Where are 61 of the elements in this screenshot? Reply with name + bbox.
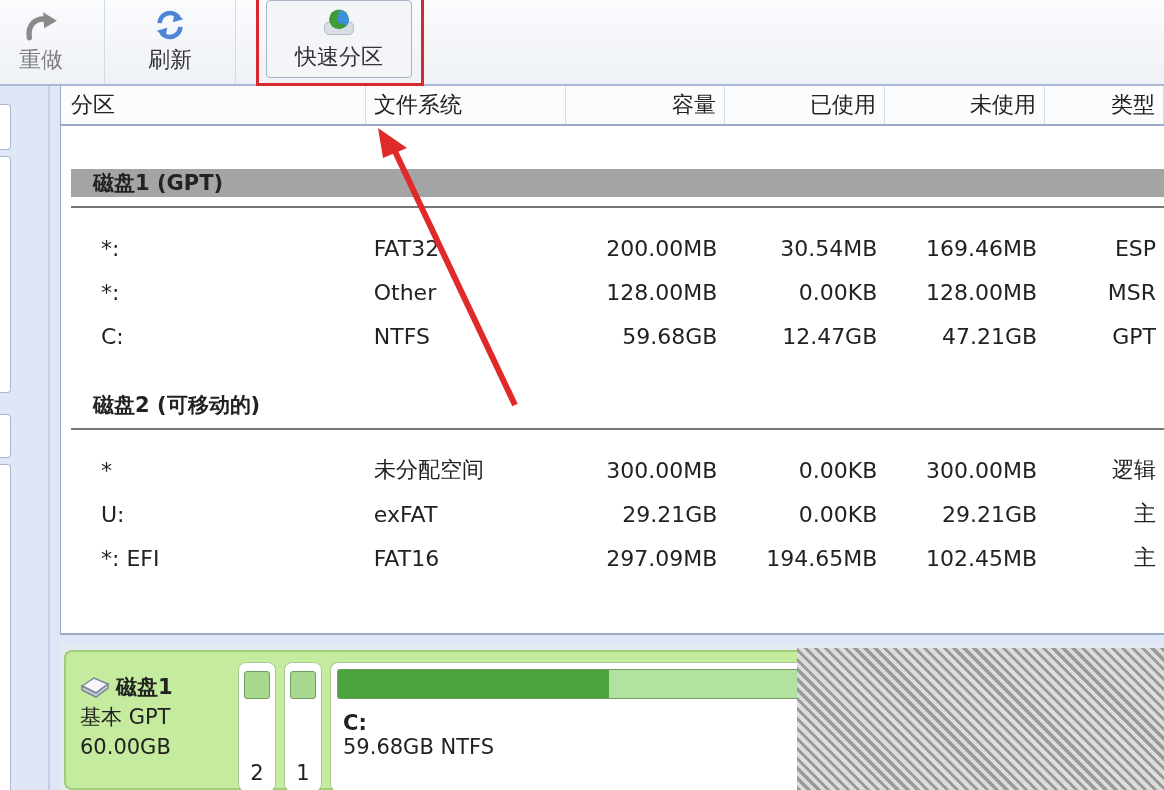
toolbar-button[interactable]: 快速分区 — [266, 0, 412, 78]
table-cell-text: FAT16 — [372, 545, 441, 571]
table-cell-text: 未分配空间 — [372, 456, 485, 484]
column-header[interactable]: 已使用 — [725, 86, 886, 124]
usage-square — [290, 671, 316, 699]
table-cell-text: 128.00MB — [605, 279, 719, 305]
table-cell-text: 逻辑 — [1111, 456, 1157, 484]
table-cell-text: * — [100, 457, 113, 483]
table-cell-text: U: — [100, 501, 126, 527]
disk-style: 基本 GPT — [80, 704, 172, 731]
table-cell-text: 0.00KB — [797, 457, 879, 483]
disk-name: 磁盘1 — [116, 674, 173, 701]
column-header[interactable]: 文件系统 — [365, 86, 566, 124]
partition-info: 59.68GB NTFS — [342, 735, 496, 759]
partition-number: 1 — [296, 761, 310, 785]
table-cell-text: exFAT — [372, 501, 439, 527]
table-cell-text: *: EFI — [100, 545, 161, 571]
disk-card[interactable]: 磁盘1 基本 GPT 60.00GB 2 1 C: 59.68GB NTFS — [64, 650, 797, 790]
table-cell-text: 0.00KB — [797, 501, 879, 527]
usage-square — [244, 671, 270, 699]
table-cell-text: Other — [372, 279, 438, 305]
partition-block[interactable]: 2 — [238, 662, 276, 790]
table-cell-text: 29.21GB — [941, 501, 1039, 527]
table-cell-text: 30.54MB — [779, 235, 879, 261]
table-cell-text: NTFS — [372, 323, 431, 349]
table-cell-text: 194.65MB — [765, 545, 879, 571]
table-cell-text: 128.00MB — [925, 279, 1039, 305]
disk-group-header[interactable]: 磁盘1 (GPT) — [71, 169, 1164, 197]
partition-block[interactable]: 1 — [284, 662, 322, 790]
table-cell-text: 29.21GB — [621, 501, 719, 527]
table-cell-text: GPT — [1111, 323, 1157, 349]
column-header[interactable]: 分区 — [61, 86, 366, 124]
table-cell-text: 297.09MB — [605, 545, 719, 571]
table-cell-text: 59.68GB — [621, 323, 719, 349]
table-cell-text: 12.47GB — [781, 323, 879, 349]
column-header[interactable]: 容量 — [565, 86, 726, 124]
disk-icon — [80, 676, 110, 698]
partition-number: 2 — [250, 761, 264, 785]
table-cell-text: 169.46MB — [925, 235, 1039, 261]
table-cell-text: FAT32 — [372, 235, 441, 261]
table-cell-text: 47.21GB — [941, 323, 1039, 349]
table-cell-text: ESP — [1113, 235, 1157, 261]
partition-name: C: — [342, 711, 368, 735]
table-cell-text: 200.00MB — [605, 235, 719, 261]
table-cell-text: *: — [100, 235, 121, 261]
table-cell-text: C: — [100, 323, 125, 349]
table-cell-text: MSR — [1106, 279, 1157, 305]
table-cell-text: 主 — [1133, 500, 1157, 528]
globe-disk-icon — [321, 6, 357, 38]
disk-size: 60.00GB — [80, 734, 172, 761]
column-header[interactable]: 未使用 — [885, 86, 1046, 124]
column-header[interactable]: 类型 — [1045, 86, 1164, 124]
table-cell-text: 300.00MB — [925, 457, 1039, 483]
table-cell-text: 主 — [1133, 544, 1157, 572]
partition-block[interactable]: C: 59.68GB NTFS — [330, 662, 797, 790]
table-cell-text: *: — [100, 279, 121, 305]
toolbar-button[interactable]: 刷新 — [125, 0, 215, 84]
table-cell-text: 102.45MB — [925, 545, 1039, 571]
disk-group-header[interactable]: 磁盘2 (可移动的) — [71, 391, 1164, 419]
table-cell-text: 0.00KB — [797, 279, 879, 305]
table-cell-text: 300.00MB — [605, 457, 719, 483]
